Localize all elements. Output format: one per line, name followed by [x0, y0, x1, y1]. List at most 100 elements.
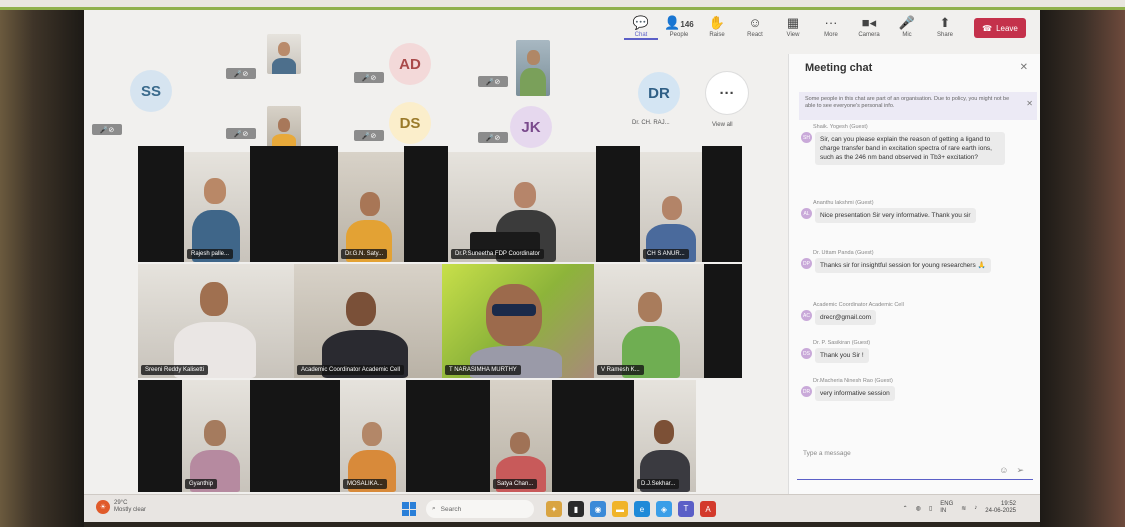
react-button[interactable]: ☺ React [738, 14, 772, 38]
emoji-icon[interactable]: ☺ [999, 465, 1016, 475]
chrome-icon[interactable]: ◉ [590, 501, 606, 517]
volume-icon[interactable]: ♪ [974, 505, 977, 511]
avatar: DS [801, 348, 812, 359]
close-icon[interactable]: ✕ [1026, 100, 1033, 108]
grid-icon: ▦ [786, 15, 800, 30]
tile-name-label: MOSALIKA... [343, 479, 387, 489]
video-tile[interactable]: Sreeni Reddy Kalisetti [138, 264, 294, 378]
video-tile[interactable]: Dr.G.N. Saty... [338, 152, 404, 262]
video-tile-letterbox [596, 146, 640, 262]
more-button[interactable]: ··· More [814, 14, 848, 38]
battery-icon[interactable]: ▯ [929, 505, 932, 512]
message-text[interactable]: very informative session [815, 386, 895, 401]
right-background [1040, 10, 1125, 527]
participant-thumbnail[interactable] [267, 106, 301, 148]
window-top-frame [0, 0, 1125, 10]
chevron-up-icon[interactable]: ⌃ [903, 505, 908, 512]
video-tile[interactable]: Rajesh palle... [184, 152, 250, 262]
muted-mic-indicator: 🎤⊘ [226, 68, 256, 79]
video-tile-letterbox [702, 146, 742, 262]
people-button[interactable]: 👤146 People [662, 14, 696, 38]
participant-thumbnail[interactable] [516, 40, 550, 96]
view-all-button[interactable]: ··· [706, 72, 748, 114]
wifi-icon[interactable]: ≋ [961, 505, 966, 512]
video-tile-letterbox [138, 146, 184, 262]
chat-button[interactable]: 💬 Chat [624, 14, 658, 40]
participant-thumbnail[interactable] [267, 34, 301, 74]
tile-name-label: T NARASIMHA MURTHY [445, 365, 521, 375]
smiley-icon: ☺ [748, 15, 762, 30]
message-text[interactable]: drecr@gmail.com [815, 310, 877, 325]
mic-button[interactable]: 🎤 Mic [890, 14, 924, 38]
edge-icon[interactable]: e [634, 501, 650, 517]
microphone-icon: 🎤 [898, 15, 916, 30]
video-tile[interactable]: MOSALIKA... [340, 380, 406, 492]
video-tile[interactable]: Satya Chan... [490, 380, 552, 492]
video-tile[interactable]: D.J.Sekhar... [634, 380, 696, 492]
view-button[interactable]: ▦ View [776, 14, 810, 38]
avatar-jk[interactable]: JK [510, 106, 552, 148]
start-button[interactable] [402, 502, 416, 516]
participant-caption: Dr. CH. RAJ... [632, 120, 670, 126]
system-tray: ⌃ ◍ ▯ ENG IN ≋ ♪ 19:52 24-06-2025 [902, 501, 1016, 515]
tile-name-label: Gyanthip [185, 479, 218, 489]
teams-icon[interactable]: T [678, 501, 694, 517]
weather-widget[interactable]: ☀ 29°C Mostly clear [96, 500, 146, 514]
windows-taskbar: ☀ 29°C Mostly clear ⌕ Search ✦ ▮ ◉ ▬ e ◈ T… [84, 494, 1040, 522]
store-icon[interactable]: ◈ [656, 501, 672, 517]
avatar-ss[interactable]: SS [130, 70, 172, 112]
close-icon[interactable]: ✕ [1020, 62, 1028, 73]
video-tile-letterbox [406, 380, 490, 492]
video-tile[interactable]: V Ramesh K... [594, 264, 704, 378]
tile-name-label: CH S ANUR... [643, 249, 689, 259]
message-text[interactable]: Thanks sir for insightful session for yo… [815, 258, 991, 273]
chat-message-input[interactable]: Type a message [797, 444, 1033, 480]
muted-mic-indicator: 🎤⊘ [478, 132, 508, 143]
message-text[interactable]: Nice presentation Sir very informative. … [815, 208, 976, 223]
video-tile-letterbox [250, 380, 340, 492]
video-tile[interactable]: Academic Coordinator Academic Cell [294, 264, 442, 378]
copilot-icon[interactable]: ✦ [546, 501, 562, 517]
sunglasses [492, 304, 536, 316]
avatar: AL [801, 208, 812, 219]
avatar-ad[interactable]: AD [389, 43, 431, 85]
phone-icon: ☎ [982, 23, 993, 33]
video-tile[interactable]: Gyanthip [182, 380, 250, 492]
tile-name-label: Dr.G.N. Saty... [341, 249, 388, 259]
video-tile[interactable]: T NARASIMHA MURTHY [442, 264, 594, 378]
video-tile-letterbox [250, 146, 338, 262]
acrobat-icon[interactable]: A [700, 501, 716, 517]
weather-icon: ☀ [96, 500, 110, 514]
tile-name-label: Satya Chan... [493, 479, 538, 489]
video-tile[interactable]: CH S ANUR... [640, 152, 702, 262]
avatar: DR [801, 386, 812, 397]
meeting-chat-panel: Meeting chat ✕ Some people in this chat … [788, 54, 1040, 494]
network-icon[interactable]: ◍ [916, 505, 921, 512]
search-icon: ⌕ [432, 505, 436, 512]
raise-hand-button[interactable]: ✋ Raise [700, 14, 734, 38]
hand-icon: ✋ [708, 15, 726, 30]
avatar-dr[interactable]: DR [638, 72, 680, 114]
avatar: DP [801, 258, 812, 269]
task-view-icon[interactable]: ▮ [568, 501, 584, 517]
leave-button[interactable]: ☎ Leave [974, 18, 1026, 38]
chat-message: Dr. Uttam Panda (Guest) DP Thanks sir for… [801, 250, 991, 273]
avatar-ds[interactable]: DS [389, 102, 431, 144]
muted-mic-indicator: 🎤⊘ [354, 130, 384, 141]
view-all-label[interactable]: View all [712, 122, 733, 128]
message-text[interactable]: Sir, can you please explain the reason o… [815, 132, 1005, 165]
camera-button[interactable]: ■◂ Camera [852, 14, 886, 38]
share-button[interactable]: ⬆ Share [928, 14, 962, 38]
tile-name-label: Dr.P.Suneetha FDP Coordinator [451, 249, 544, 259]
clock[interactable]: 19:52 24-06-2025 [985, 501, 1016, 515]
video-tile-letterbox [138, 380, 182, 492]
muted-mic-indicator: 🎤⊘ [478, 76, 508, 87]
message-text[interactable]: Thank you Sir ! [815, 348, 869, 363]
tile-name-label: V Ramesh K... [597, 365, 644, 375]
chat-title: Meeting chat [805, 62, 873, 74]
chat-message: Dr.Macheria Ninesh Rao (Guest) DR very in… [801, 378, 895, 401]
send-icon[interactable]: ➢ [1016, 465, 1032, 475]
taskbar-search[interactable]: ⌕ Search [426, 500, 534, 518]
file-explorer-icon[interactable]: ▬ [612, 501, 628, 517]
video-tile[interactable]: Dr.P.Suneetha FDP Coordinator [448, 152, 596, 262]
